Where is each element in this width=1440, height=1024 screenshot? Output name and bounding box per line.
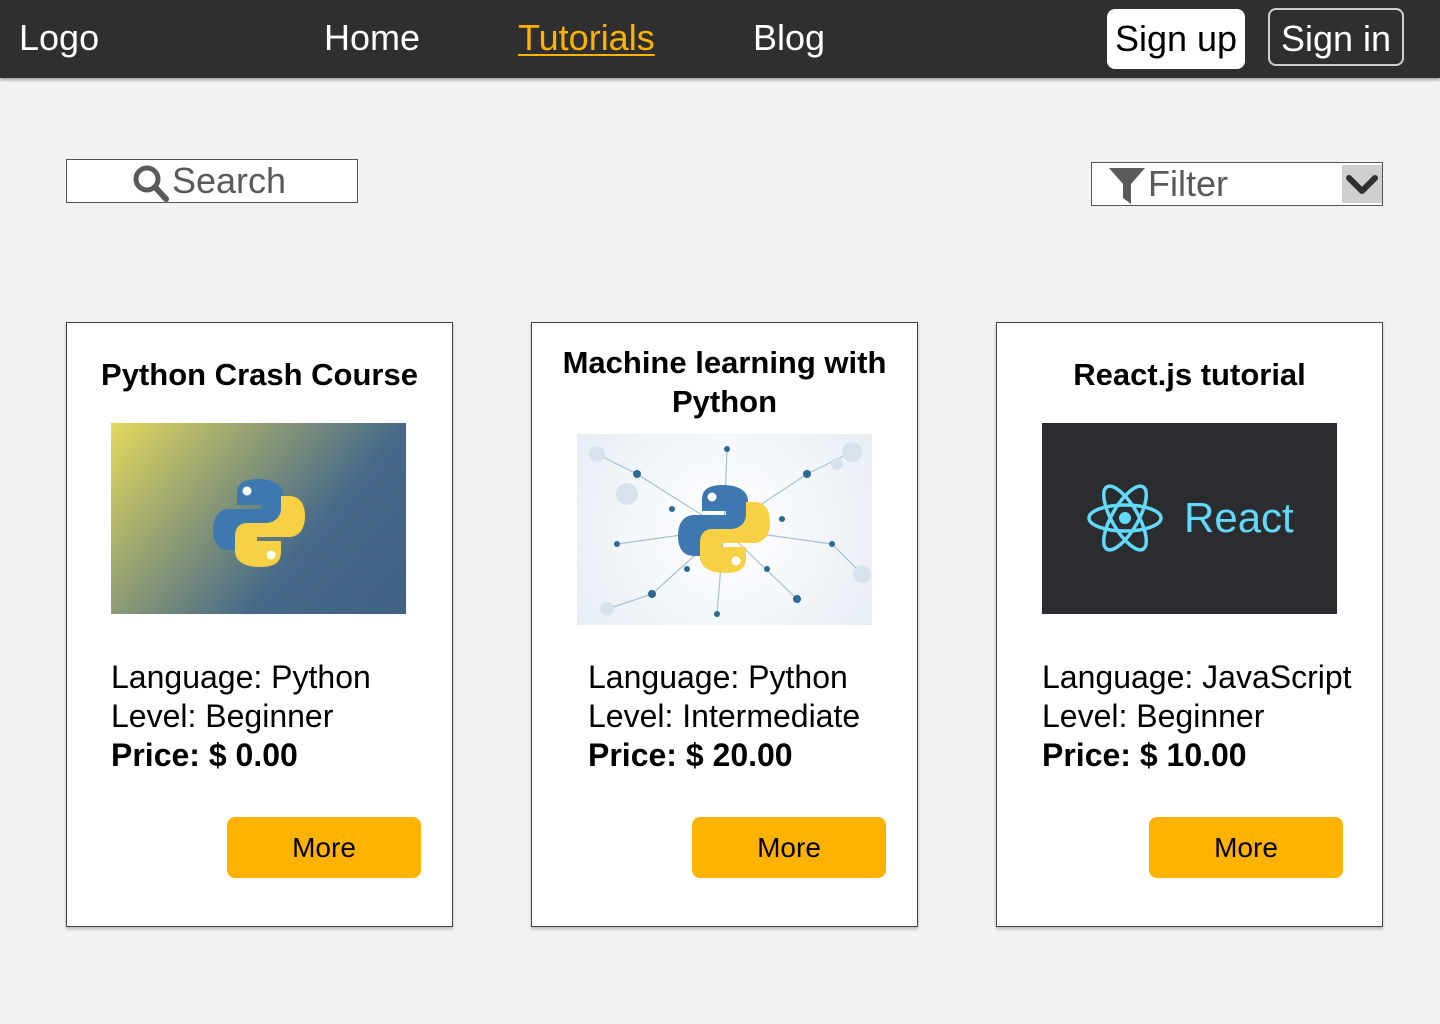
card-title: React.js tutorial: [1073, 357, 1306, 392]
tutorial-card: Python Crash Course Language: Python Lev…: [66, 322, 453, 927]
chevron-down-icon: [1346, 175, 1378, 194]
tutorial-card: React.js tutorial React Language: JavaSc…: [996, 322, 1383, 927]
card-title: Python Crash Course: [101, 357, 418, 392]
nav-home[interactable]: Home: [324, 16, 420, 60]
more-button[interactable]: More: [692, 817, 886, 878]
card-title: Machine learning with Python: [562, 345, 887, 419]
python-network-image: [577, 434, 872, 625]
search-icon: [133, 165, 169, 202]
card-price: Price: $ 10.00: [1042, 737, 1247, 773]
network-graph-icon: [589, 442, 871, 617]
logo[interactable]: Logo: [19, 16, 99, 60]
more-button[interactable]: More: [1149, 817, 1343, 878]
react-wordmark: React: [1184, 494, 1294, 541]
python-logo-icon: [213, 479, 305, 567]
card-level: Level: Beginner: [1042, 698, 1265, 734]
filter-dropdown[interactable]: Filter: [1091, 162, 1383, 206]
sign-up-button[interactable]: Sign up: [1107, 9, 1245, 69]
card-level: Level: Intermediate: [588, 698, 861, 734]
nav-tutorials[interactable]: Tutorials: [518, 16, 655, 60]
filter-toggle[interactable]: [1342, 165, 1382, 203]
python-logo-image: [111, 423, 406, 614]
card-level: Level: Beginner: [111, 698, 334, 734]
top-navbar: Logo Home Tutorials Blog Sign up Sign in: [0, 0, 1440, 78]
card-language: Language: JavaScript: [1042, 659, 1352, 695]
tutorial-card: Machine learning with Python Language: P…: [531, 322, 918, 927]
card-price: Price: $ 0.00: [111, 737, 298, 773]
sign-in-button[interactable]: Sign in: [1268, 8, 1404, 66]
card-language: Language: Python: [111, 659, 371, 695]
card-price: Price: $ 20.00: [588, 737, 793, 773]
nav-blog[interactable]: Blog: [753, 16, 825, 60]
search-placeholder: Search: [172, 160, 287, 201]
react-logo-image: React: [1042, 423, 1337, 614]
card-info: Language: Python Level: Intermediate Pri…: [588, 658, 860, 775]
funnel-icon: [1109, 168, 1145, 204]
search-box[interactable]: Search: [66, 159, 358, 203]
card-info: Language: JavaScript Level: Beginner Pri…: [1042, 658, 1352, 775]
card-language: Language: Python: [588, 659, 848, 695]
card-info: Language: Python Level: Beginner Price: …: [111, 658, 371, 775]
react-atom-icon: [1087, 484, 1163, 552]
filter-placeholder: Filter: [1148, 163, 1228, 204]
more-button[interactable]: More: [227, 817, 421, 878]
